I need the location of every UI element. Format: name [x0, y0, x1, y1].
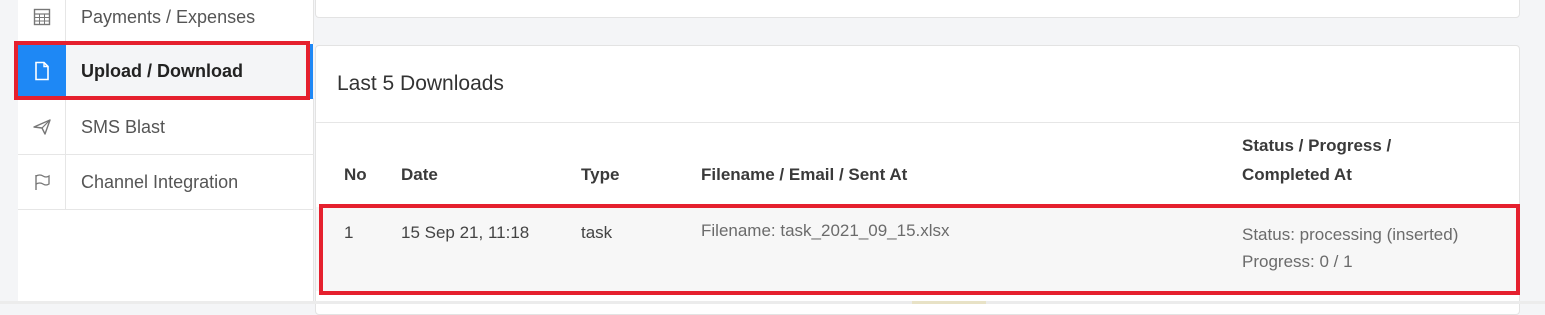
sidebar: Payments / Expenses Upload / Download SM…: [18, 0, 314, 304]
progress-text: Progress: 0 / 1: [1242, 252, 1353, 271]
column-header-status-line2: Completed At: [1242, 165, 1352, 184]
previous-card: [315, 0, 1520, 18]
cell-status: Status: processing (inserted) Progress: …: [1242, 207, 1519, 291]
document-icon: [18, 44, 66, 98]
sidebar-item-label: SMS Blast: [81, 116, 166, 137]
downloads-table: No Date Type Filename / Email / Sent At …: [316, 123, 1519, 291]
cell-filename: Filename: task_2021_09_15.xlsx: [701, 221, 950, 240]
sidebar-item-label: Payments / Expenses: [81, 6, 256, 27]
card-title: Last 5 Downloads: [337, 72, 504, 95]
cell-date: 15 Sep 21, 11:18: [401, 223, 530, 242]
cell-no: 1: [344, 223, 354, 242]
paper-plane-icon: [18, 100, 66, 154]
sidebar-item-upload-download[interactable]: Upload / Download: [18, 44, 314, 99]
sidebar-item-label: Channel Integration: [81, 171, 239, 192]
sidebar-item-label: Upload / Download: [81, 60, 243, 81]
column-header-type: Type: [581, 165, 620, 184]
table-header-row: No Date Type Filename / Email / Sent At …: [316, 123, 1519, 207]
flag-icon: [18, 155, 66, 209]
sidebar-item-payments-expenses[interactable]: Payments / Expenses: [18, 0, 314, 45]
column-header-status-line1: Status / Progress /: [1242, 136, 1392, 155]
column-header-filename: Filename / Email / Sent At: [701, 165, 908, 184]
column-header-status: Status / Progress / Completed At: [1242, 123, 1519, 207]
column-header-date: Date: [401, 165, 438, 184]
sidebar-item-sms-blast[interactable]: SMS Blast: [18, 100, 314, 155]
column-header-no: No: [344, 165, 367, 184]
table-row[interactable]: 1 15 Sep 21, 11:18 task Filename: task_2…: [316, 207, 1519, 291]
cell-type: task: [581, 223, 613, 242]
calculator-icon: [18, 0, 66, 44]
active-indicator: [310, 44, 313, 99]
card-header: Last 5 Downloads: [316, 46, 1519, 123]
sidebar-item-channel-integration[interactable]: Channel Integration: [18, 155, 314, 210]
status-text: Status: processing (inserted): [1242, 225, 1459, 244]
last-downloads-card: Last 5 Downloads No Date Type Filename /…: [315, 45, 1520, 315]
